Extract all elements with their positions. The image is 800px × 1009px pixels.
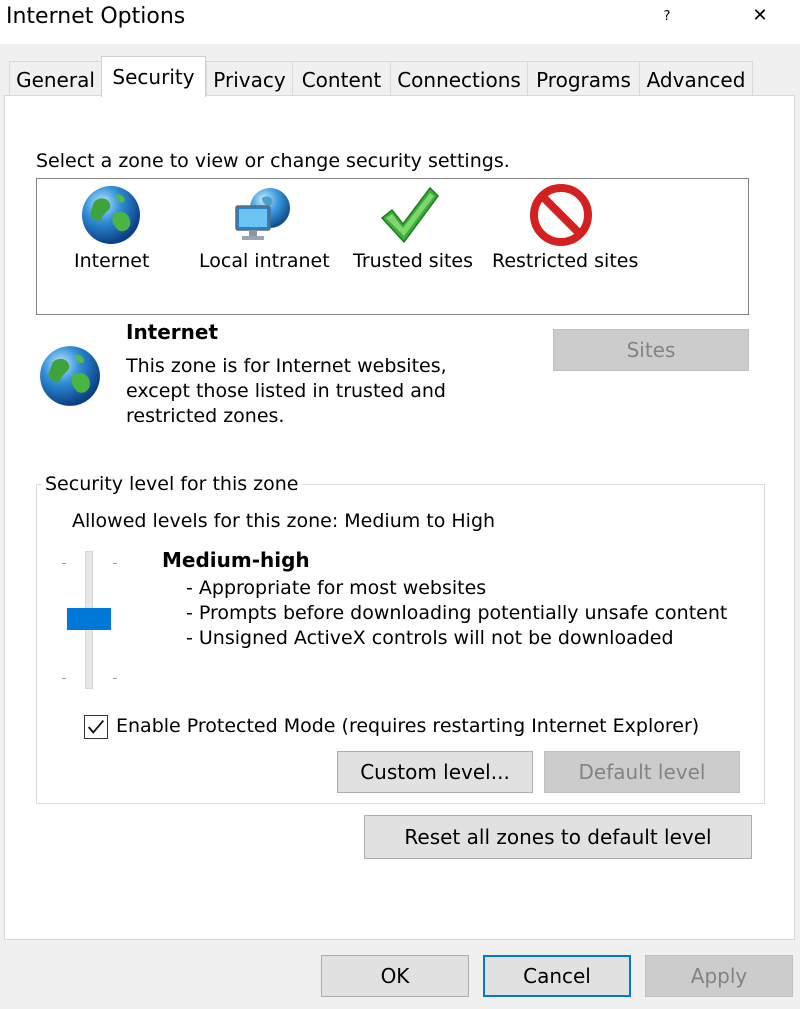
level-point: - Unsigned ActiveX controls will not be … bbox=[186, 627, 674, 649]
globe-icon bbox=[40, 346, 100, 406]
checkmark-icon bbox=[380, 186, 439, 244]
level-point: - Prompts before downloading potentially… bbox=[186, 602, 728, 624]
tab-advanced[interactable]: Advanced bbox=[639, 61, 753, 95]
zone-label-internet: Internet bbox=[74, 250, 150, 272]
close-icon: ✕ bbox=[752, 5, 768, 26]
slider-tick bbox=[113, 563, 117, 564]
selected-zone-description: This zone is for Internet websites, exce… bbox=[126, 354, 447, 429]
tab-privacy[interactable]: Privacy bbox=[206, 61, 293, 95]
tab-general[interactable]: General bbox=[9, 61, 102, 95]
zone-label-restricted-sites: Restricted sites bbox=[492, 250, 639, 272]
reset-all-zones-button[interactable]: Reset all zones to default level bbox=[364, 815, 752, 859]
checkmark-icon bbox=[87, 719, 105, 734]
custom-level-button[interactable]: Custom level... bbox=[337, 751, 533, 793]
apply-button[interactable]: Apply bbox=[645, 955, 793, 997]
zone-description-line: This zone is for Internet websites, bbox=[126, 355, 447, 377]
slider-tick bbox=[62, 678, 66, 679]
sites-button[interactable]: Sites bbox=[553, 329, 749, 371]
help-button[interactable]: ? bbox=[656, 0, 678, 30]
protected-mode-label[interactable]: Enable Protected Mode (requires restarti… bbox=[116, 715, 699, 737]
allowed-levels-text: Allowed levels for this zone: Medium to … bbox=[72, 510, 496, 532]
slider-thumb[interactable] bbox=[67, 608, 111, 630]
tab-security[interactable]: Security bbox=[101, 56, 206, 97]
tab-content[interactable]: Content bbox=[292, 61, 391, 95]
protected-mode-checkbox[interactable] bbox=[84, 715, 108, 739]
security-level-name: Medium-high bbox=[162, 548, 310, 572]
selected-zone-name: Internet bbox=[126, 320, 219, 344]
zone-prompt: Select a zone to view or change security… bbox=[36, 150, 510, 172]
window-title: Internet Options bbox=[6, 4, 186, 29]
zone-description-line: except those listed in trusted and bbox=[126, 380, 446, 402]
security-level-group-title: Security level for this zone bbox=[42, 473, 302, 495]
prohibited-icon bbox=[530, 184, 592, 246]
globe-icon bbox=[82, 186, 140, 244]
zone-description-line: restricted zones. bbox=[126, 405, 285, 427]
security-level-points: - Appropriate for most websites - Prompt… bbox=[186, 576, 727, 651]
tab-programs[interactable]: Programs bbox=[527, 61, 640, 95]
zone-label-trusted-sites: Trusted sites bbox=[353, 250, 474, 272]
intranet-monitor-icon bbox=[235, 188, 290, 240]
default-level-button[interactable]: Default level bbox=[544, 751, 740, 793]
ok-button[interactable]: OK bbox=[321, 955, 469, 997]
slider-tick bbox=[62, 563, 66, 564]
close-button[interactable]: ✕ bbox=[745, 0, 775, 32]
zone-label-local-intranet: Local intranet bbox=[199, 250, 330, 272]
level-point: - Appropriate for most websites bbox=[186, 577, 487, 599]
tab-connections[interactable]: Connections bbox=[390, 61, 528, 95]
cancel-button[interactable]: Cancel bbox=[483, 955, 631, 997]
slider-tick bbox=[113, 678, 117, 679]
